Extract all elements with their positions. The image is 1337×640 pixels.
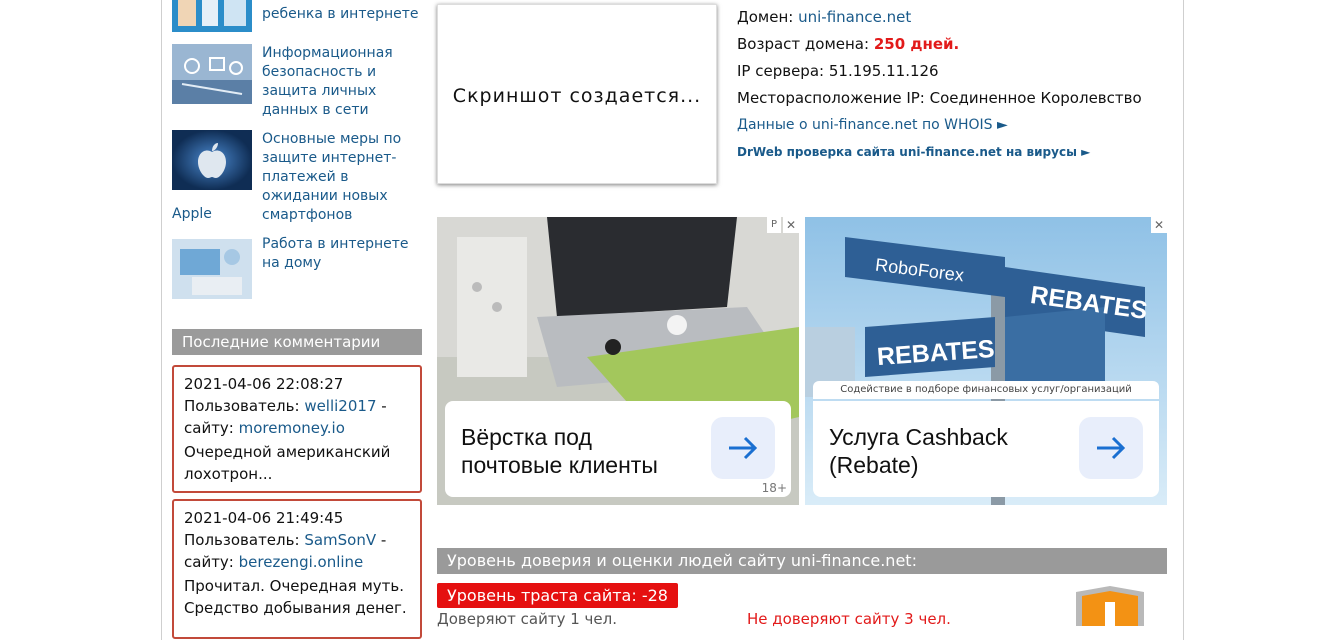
ad-banner-email[interactable]: P ✕ Вёрстка под почтовые клиенты 18+ bbox=[437, 217, 799, 505]
ad-close-icon[interactable]: ✕ bbox=[783, 217, 799, 233]
comment-site-link[interactable]: moremoney.io bbox=[239, 419, 345, 437]
article-title[interactable]: Работа в интернете на дому bbox=[262, 235, 424, 273]
comment-user-line: Пользователь: SamSonV - сайту: berezengi… bbox=[184, 529, 410, 573]
like-count: Доверяют сайту 1 чел. bbox=[437, 610, 617, 628]
comment-user-line: Пользователь: welli2017 - сайту: moremon… bbox=[184, 395, 410, 439]
article-thumbnail-security[interactable] bbox=[172, 44, 252, 104]
article-item[interactable]: Работа в интернете на дому bbox=[172, 235, 422, 299]
article-title[interactable]: Информационная безопасность и защита лич… bbox=[262, 44, 424, 120]
ad-arrow-button[interactable] bbox=[1079, 417, 1143, 479]
age-value: 250 дней. bbox=[873, 35, 960, 53]
location-label: Месторасположение IP: bbox=[737, 89, 925, 107]
age-label: Возраст домена: bbox=[737, 35, 870, 53]
apple-icon[interactable] bbox=[172, 130, 252, 190]
age-row: Возраст домена: 250 дней. bbox=[737, 31, 1167, 58]
comment-card: 2021-04-06 22:08:27 Пользователь: welli2… bbox=[172, 365, 422, 493]
age-rating: 18+ bbox=[761, 481, 787, 495]
comment-text: Прочитал. Очередная муть. Средство добыв… bbox=[184, 577, 407, 617]
trust-header: Уровень доверия и оценки людей сайту uni… bbox=[437, 548, 1167, 574]
article-item[interactable]: Основные меры по защите интернет-платеже… bbox=[172, 130, 422, 226]
comment-site-link[interactable]: berezengi.online bbox=[239, 553, 364, 571]
comment-card: 2021-04-06 21:49:45 Пользователь: SamSon… bbox=[172, 499, 422, 639]
ad-info-badge[interactable]: P bbox=[767, 217, 781, 233]
ad-close-icon[interactable]: ✕ bbox=[1151, 217, 1167, 233]
ip-row: IP сервера: 51.195.11.126 bbox=[737, 58, 1167, 85]
comments-header: Последние комментарии bbox=[172, 329, 422, 355]
screenshot-placeholder-text: Скриншот создается... bbox=[452, 85, 702, 107]
comment-user-label: Пользователь: bbox=[184, 397, 300, 415]
ip-value: 51.195.11.126 bbox=[828, 62, 939, 80]
article-thumbnail-work[interactable] bbox=[172, 239, 252, 299]
comment-date: 2021-04-06 21:49:45 bbox=[184, 509, 344, 527]
article-item[interactable]: как обезопасить ребенка в интернете bbox=[172, 0, 422, 36]
ad-caption: Содействие в подборе финансовых услуг/ор… bbox=[813, 381, 1159, 399]
ad-arrow-button[interactable] bbox=[711, 417, 775, 479]
ip-label: IP сервера: bbox=[737, 62, 825, 80]
location-row: Месторасположение IP: Соединенное Короле… bbox=[737, 85, 1167, 112]
arrow-right-icon bbox=[1097, 436, 1126, 460]
domain-link[interactable]: uni-finance.net bbox=[798, 8, 911, 26]
warning-shield-icon bbox=[1076, 586, 1144, 626]
comment-text: Очередной американский лохотрон... bbox=[184, 443, 391, 483]
comment-user-label: Пользователь: bbox=[184, 531, 300, 549]
article-thumbnail-kids[interactable] bbox=[172, 0, 252, 32]
ad-card[interactable]: Вёрстка под почтовые клиенты 18+ bbox=[445, 401, 791, 497]
article-title[interactable]: как обезопасить ребенка в интернете bbox=[262, 0, 424, 24]
arrow-right-icon bbox=[729, 436, 758, 460]
comment-user-link[interactable]: welli2017 bbox=[304, 397, 376, 415]
ad-title[interactable]: Вёрстка под почтовые клиенты bbox=[461, 423, 691, 479]
site-screenshot: Скриншот создается... bbox=[437, 4, 717, 184]
whois-link[interactable]: Данные о uni-finance.net по WHOIS ► bbox=[737, 112, 1167, 139]
ad-card[interactable]: Услуга Cashback (Rebate) bbox=[813, 401, 1159, 497]
domain-label: Домен: bbox=[737, 8, 794, 26]
ad-title[interactable]: Услуга Cashback (Rebate) bbox=[829, 423, 1059, 479]
domain-row: Домен: uni-finance.net bbox=[737, 4, 1167, 31]
dislike-count: Не доверяют сайту 3 чел. bbox=[747, 610, 951, 628]
domain-info: Домен: uni-finance.net Возраст домена: 2… bbox=[737, 4, 1167, 166]
article-title[interactable]: Основные меры по защите интернет-платеже… bbox=[262, 130, 424, 225]
comment-user-link[interactable]: SamSonV bbox=[304, 531, 376, 549]
drweb-link[interactable]: DrWeb проверка сайта uni-finance.net на … bbox=[737, 139, 1167, 166]
comment-date: 2021-04-06 22:08:27 bbox=[184, 375, 344, 393]
location-value: Соединенное Королевство bbox=[929, 89, 1142, 107]
article-title-tail[interactable]: Apple bbox=[172, 206, 212, 222]
ad-banner-cashback[interactable]: RoboForex REBATES REBATES ✕ Содействие в… bbox=[805, 217, 1167, 505]
trust-level-badge: Уровень траста сайта: -28 bbox=[437, 583, 678, 608]
article-item[interactable]: Информационная безопасность и защита лич… bbox=[172, 44, 422, 124]
